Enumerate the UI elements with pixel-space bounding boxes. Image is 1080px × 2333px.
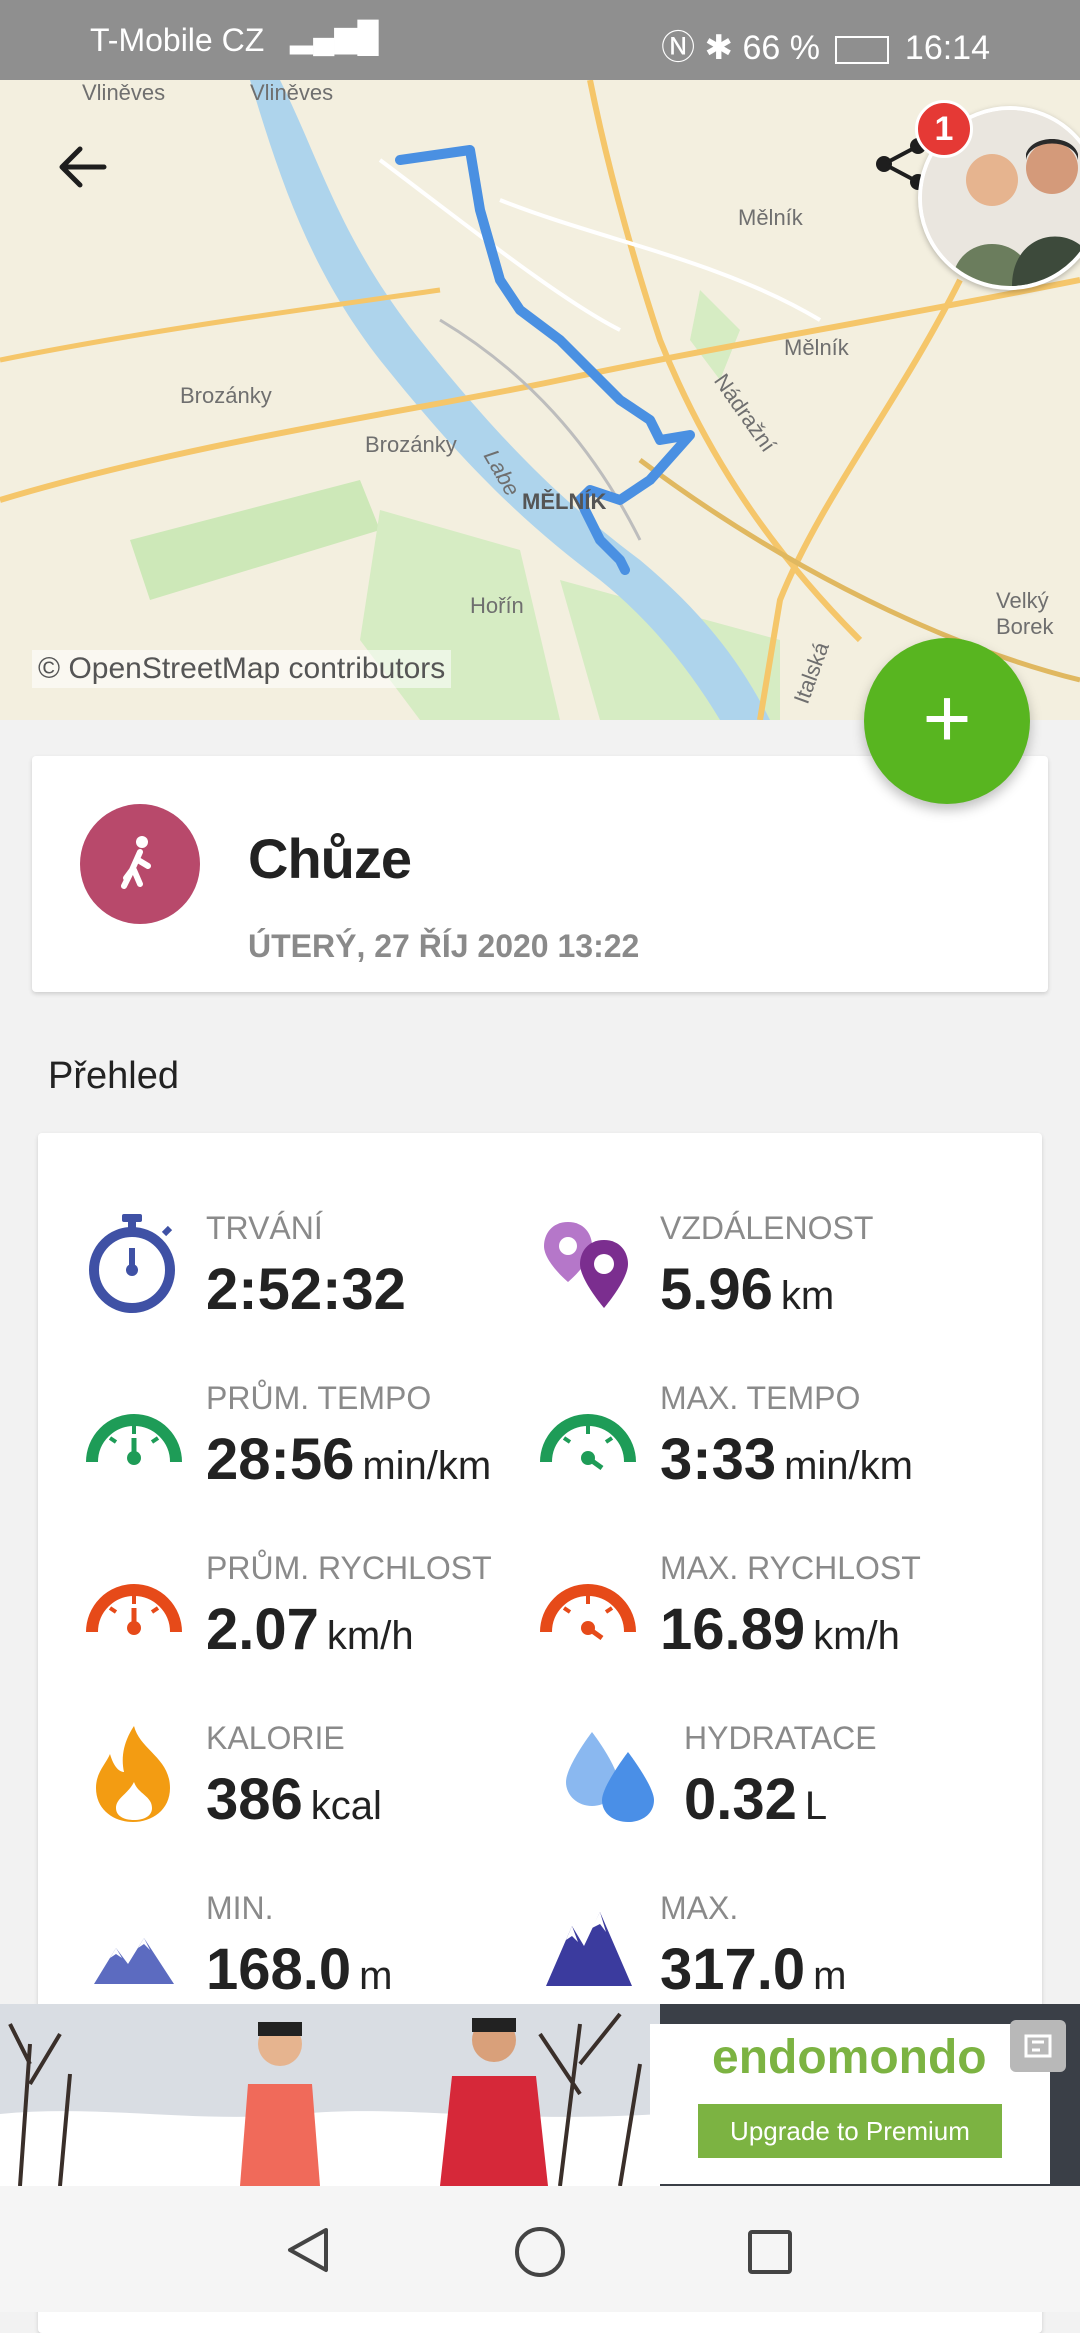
map-attribution[interactable]: © OpenStreetMap contributors bbox=[32, 650, 452, 688]
stat-label: MAX. bbox=[660, 1890, 739, 1926]
stat-label: HYDRATACE bbox=[684, 1720, 877, 1756]
stat-value: 2.07 km/h bbox=[206, 1597, 414, 1662]
signal-icon: ▂▄▆█ bbox=[290, 21, 379, 54]
gauge-icon bbox=[86, 1568, 182, 1645]
map-label: Mělník bbox=[784, 335, 849, 360]
stat-value: 0.32 L bbox=[684, 1767, 828, 1832]
battery-label: 66 % bbox=[742, 29, 821, 67]
square-recents-icon bbox=[748, 2230, 792, 2274]
walking-icon bbox=[121, 836, 151, 889]
stat-label: TRVÁNÍ bbox=[206, 1210, 323, 1246]
section-title-overview: Přehled bbox=[48, 1055, 179, 1097]
stat-value: 28:56 min/km bbox=[206, 1427, 492, 1492]
mountain-icon bbox=[546, 1908, 632, 1991]
status-bar: T-Mobile CZ ▂▄▆█ Ⓝ ✱ 66 % 16:14 bbox=[0, 0, 1080, 80]
gauge-icon bbox=[540, 1398, 636, 1475]
stat-value: 2:52:32 bbox=[206, 1257, 406, 1322]
map-label: Brozánky bbox=[365, 432, 457, 457]
circle-home-icon bbox=[515, 2227, 565, 2277]
activity-date: ÚTERÝ, 27 ŘÍJ 2020 13:22 bbox=[248, 928, 640, 964]
system-nav-bar bbox=[0, 2186, 1080, 2312]
ad-info-icon[interactable] bbox=[1010, 2020, 1066, 2072]
nav-home-button[interactable] bbox=[512, 2224, 568, 2285]
stat-label: PRŮM. RYCHLOST bbox=[206, 1550, 492, 1586]
bluetooth-icon: ✱ bbox=[704, 29, 734, 67]
stat-label: MAX. RYCHLOST bbox=[660, 1550, 921, 1586]
triangle-back-icon bbox=[288, 2228, 328, 2272]
map-label: Mělník bbox=[738, 205, 803, 230]
back-button[interactable] bbox=[52, 135, 116, 199]
map-label: MĚLNÍK bbox=[522, 489, 607, 514]
stat-value: 386 kcal bbox=[206, 1767, 382, 1832]
sport-type-avatar bbox=[80, 804, 200, 924]
map-label: Vliněves bbox=[82, 80, 166, 105]
stat-label: PRŮM. TEMPO bbox=[206, 1380, 432, 1416]
water-drops-icon bbox=[562, 1728, 662, 1829]
stat-label: MIN. bbox=[206, 1890, 274, 1926]
status-right: Ⓝ ✱ 66 % 16:14 bbox=[661, 20, 990, 69]
stat-value: 317.0 m bbox=[660, 1937, 847, 2002]
stat-value: 16.89 km/h bbox=[660, 1597, 900, 1662]
add-button[interactable]: + bbox=[864, 638, 1030, 804]
stat-label: KALORIE bbox=[206, 1720, 345, 1756]
nav-recents-button[interactable] bbox=[744, 2226, 796, 2283]
flame-icon bbox=[90, 1724, 176, 1829]
activity-title: Chůze bbox=[248, 827, 412, 890]
map-label: Vliněves bbox=[250, 80, 334, 105]
gauge-icon bbox=[86, 1398, 182, 1475]
notification-badge: 1 bbox=[915, 100, 973, 158]
stat-value: 5.96 km bbox=[660, 1257, 835, 1322]
endomondo-logo: endomondo bbox=[712, 2031, 987, 2084]
gauge-icon bbox=[540, 1568, 636, 1645]
time-label: 16:14 bbox=[904, 29, 990, 67]
stat-value: 3:33 min/km bbox=[660, 1427, 913, 1492]
stat-label: VZDÁLENOST bbox=[660, 1210, 874, 1246]
arrow-left-icon bbox=[59, 146, 107, 188]
ad-photo bbox=[0, 2004, 660, 2186]
mountain-icon bbox=[94, 1930, 174, 1989]
nav-back-button[interactable] bbox=[282, 2224, 334, 2281]
map-label: Velký Borek bbox=[996, 588, 1054, 639]
stopwatch-icon bbox=[84, 1212, 180, 1321]
map-label: Brozánky bbox=[180, 383, 272, 408]
upgrade-premium-button[interactable]: Upgrade to Premium bbox=[698, 2104, 1002, 2158]
stat-value: 168.0 m bbox=[206, 1937, 393, 2002]
carrier-label: T-Mobile CZ bbox=[90, 22, 265, 58]
map-label: Hořín bbox=[470, 593, 524, 618]
plus-icon: + bbox=[922, 671, 972, 765]
battery-icon bbox=[835, 36, 890, 65]
nfc-icon: Ⓝ bbox=[661, 29, 696, 67]
location-pins-icon bbox=[540, 1218, 636, 1319]
stat-label: MAX. TEMPO bbox=[660, 1380, 861, 1416]
